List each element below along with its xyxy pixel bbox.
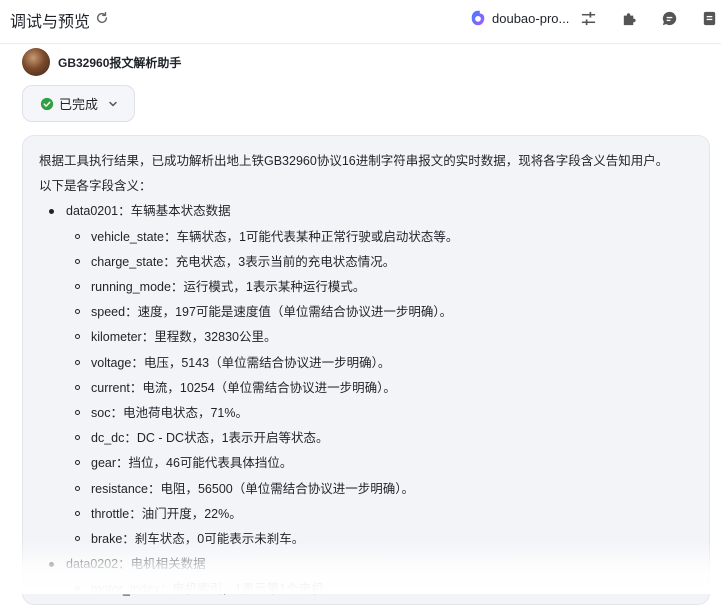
field-key: resistance: [91, 481, 148, 496]
field-key: speed: [91, 305, 126, 320]
field-description: ：里程数，32830公里。: [141, 330, 277, 345]
field-description: ：电压，5143（单位需结合协议进一步明确）。: [131, 355, 391, 370]
list-item: soc：电池荷电状态，71%。: [66, 401, 709, 426]
field-description: ：车辆基本状态数据: [118, 204, 231, 219]
list-item: throttle：油门开度，22%。: [66, 502, 709, 527]
agent-name: GB32960报文解析助手: [58, 55, 182, 70]
top-bar: 调试与预览 doubao-pro...: [0, 0, 721, 44]
list-item: dc_dc：DC - DC状态，1表示开启等状态。: [66, 426, 709, 451]
field-description: ：油门开度，22%。: [129, 506, 242, 521]
field-description: ：电流，10254（单位需结合协议进一步明确）。: [129, 380, 396, 395]
field-key: soc: [91, 406, 111, 421]
field-description: ：速度，197可能是速度值（单位需结合协议进一步明确）。: [125, 305, 453, 320]
page-title: 调试与预览: [10, 14, 91, 31]
field-list: vehicle_state：车辆状态，1可能代表某种正常行驶或启动状态等。 cha…: [66, 225, 709, 553]
field-key: throttle: [91, 506, 130, 521]
list-item: charge_state：充电状态，3表示当前的充电状态情况。: [66, 250, 709, 275]
plugin-icon[interactable]: [621, 10, 638, 27]
field-key: running_mode: [91, 280, 171, 295]
list-item: resistance：电阻，56500（单位需结合协议进一步明确）。: [66, 477, 709, 502]
agent-header: GB32960报文解析助手: [22, 48, 181, 76]
field-key: dc_dc: [91, 431, 125, 446]
intro-text: 根据工具执行结果，已成功解析出地上铁GB32960协议16进制字符串报文的实时数…: [39, 154, 669, 168]
settings-sliders-icon[interactable]: [580, 10, 597, 27]
model-name: doubao-pro...: [492, 10, 570, 26]
list-item: speed：速度，197可能是速度值（单位需结合协议进一步明确）。: [66, 300, 709, 325]
field-description: ：车辆状态，1可能代表某种正常行驶或启动状态等。: [163, 229, 459, 244]
list-item: running_mode：运行模式，1表示某种运行模式。: [66, 275, 709, 300]
field-description: ：DC - DC状态，1表示开启等状态。: [124, 431, 329, 446]
message-card: 根据工具执行结果，已成功解析出地上铁GB32960协议16进制字符串报文的实时数…: [22, 135, 710, 605]
field-key: gear: [91, 456, 117, 471]
list-item: vehicle_state：车辆状态，1可能代表某种正常行驶或启动状态等。: [66, 225, 709, 250]
model-selector[interactable]: doubao-pro...: [469, 8, 569, 28]
field-key: data0201: [66, 204, 119, 219]
field-description: ：充电状态，3表示当前的充电状态情况。: [163, 254, 396, 269]
section-item: data0201：车辆基本状态数据 vehicle_state：车辆状态，1可能代…: [39, 199, 709, 552]
document-icon[interactable]: [701, 10, 718, 27]
avatar: [22, 48, 50, 76]
check-circle-icon: [40, 97, 54, 110]
chat-icon[interactable]: [661, 10, 678, 27]
field-key: kilometer: [91, 330, 142, 345]
status-label: 已完成: [59, 97, 99, 112]
list-item: voltage：电压，5143（单位需结合协议进一步明确）。: [66, 351, 709, 376]
list-item: kilometer：里程数，32830公里。: [66, 325, 709, 350]
doubao-logo-icon: [471, 10, 485, 26]
scroll-fade: [0, 540, 721, 594]
field-description: ：运行模式，1表示某种运行模式。: [170, 280, 366, 295]
field-key: charge_state: [91, 254, 164, 269]
field-description: ：挡位，46可能代表具体挡位。: [116, 456, 293, 471]
field-key: vehicle_state: [91, 229, 164, 244]
field-description: ：电池荷电状态，71%。: [110, 406, 248, 421]
status-toggle[interactable]: 已完成: [22, 85, 135, 122]
list-item: current：电流，10254（单位需结合协议进一步明确）。: [66, 376, 709, 401]
list-item: gear：挡位，46可能代表具体挡位。: [66, 451, 709, 476]
field-description: ：电阻，56500（单位需结合协议进一步明确）。: [147, 481, 414, 496]
field-key: current: [91, 380, 130, 395]
intro-text: 以下是各字段含义：: [39, 179, 152, 194]
message-content: 根据工具执行结果，已成功解析出地上铁GB32960协议16进制字符串报文的实时数…: [23, 136, 709, 603]
field-key: voltage: [91, 355, 132, 370]
refresh-icon[interactable]: [95, 11, 109, 25]
chevron-down-icon: [109, 101, 117, 106]
